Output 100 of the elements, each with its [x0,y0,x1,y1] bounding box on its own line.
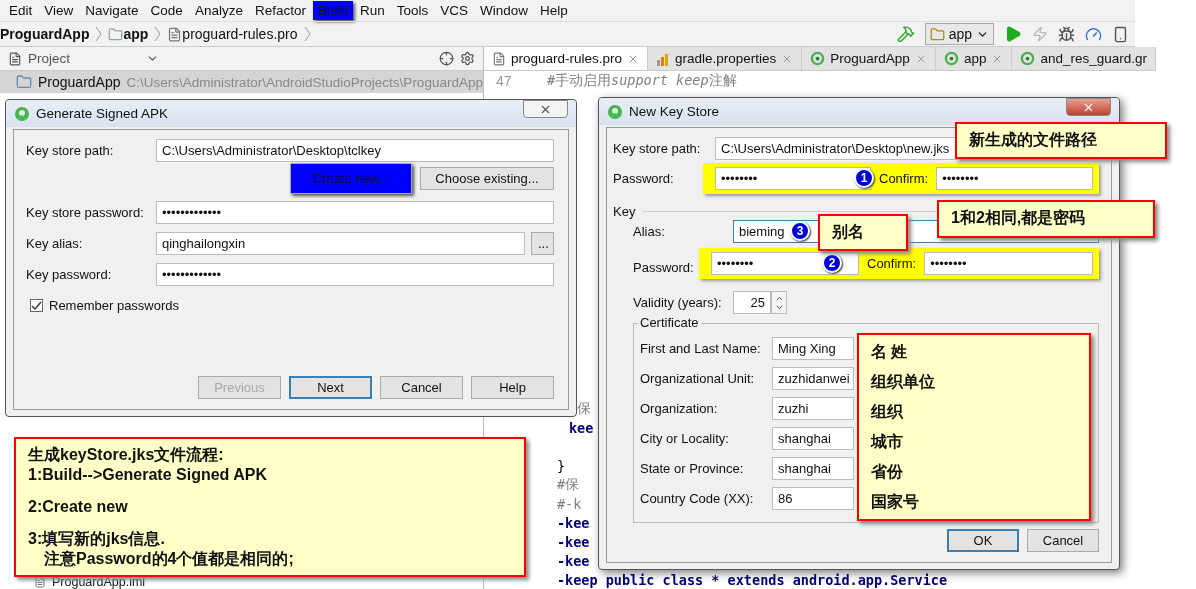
code-line: } [556,457,566,474]
file-icon [491,51,506,66]
hammer-icon[interactable] [896,25,915,43]
field-label: State or Province: [640,461,745,476]
code-line: -kee [556,514,590,531]
input-field[interactable]: zuzhi [772,397,854,420]
code-line: #保 [556,475,580,494]
settings-icon[interactable] [459,51,475,66]
module-icon [810,51,826,66]
browse-button[interactable]: ... [531,232,554,255]
field-label: Validity (years): [633,295,723,310]
project-path: C:\Users\Administrator\AndroidStudioProjects\ProguardApp [126,74,483,90]
code-line: #-k [556,495,582,512]
file-icon [167,26,183,42]
field-label: Key password: [26,267,113,282]
note-text: 省份 [871,462,904,482]
phone-icon[interactable] [1112,25,1129,43]
field-label: Organization: [640,401,719,416]
note-text: 注意Password的4个值都是相同的; [43,549,295,569]
module-icon [1020,51,1036,66]
editor-tab[interactable]: gradle.properties [648,47,803,70]
module-icon [943,51,959,66]
note-text: 国家号 [871,492,920,512]
input-field[interactable]: qinghailongxin [156,232,525,255]
editor-tab[interactable]: and_res_guard.gr [1012,47,1156,70]
password-field[interactable]: •••••••• 1 [715,167,871,190]
bar-chart-icon [656,51,670,66]
folder-icon [16,74,32,90]
note-text: 城市 [871,432,904,452]
input-field[interactable]: shanghai [772,457,854,480]
android-studio-icon [14,105,30,122]
code-line: -kee [556,533,590,550]
editor-tab[interactable]: proguard-rules.pro [483,47,648,70]
field-label: Key store path: [26,143,115,158]
tab-label: and_res_guard.gr [1040,51,1147,66]
password-field[interactable]: ••••••••••••• [156,263,554,286]
folder-icon [108,26,124,42]
tree-item[interactable]: ProguardApp.iml [34,576,146,589]
run-config-dropdown[interactable]: app [924,23,994,45]
menu-item[interactable]: Help [535,1,573,20]
note-text: 1:Build-->Generate Signed APK [28,465,268,485]
menu-item[interactable]: Analyze [189,1,248,20]
editor-tab[interactable]: ProguardApp [802,47,936,70]
code-line: -kee [556,552,590,569]
checkbox[interactable] [30,299,43,312]
field-label: City or Locality: [640,431,730,446]
close-button[interactable] [523,100,568,118]
password-field[interactable]: ••••••••••••• [156,201,554,224]
dialog-button[interactable]: Next [289,376,372,399]
menu-item[interactable]: Code [145,1,188,20]
number-badge: 1 [854,168,874,188]
note-text: 别名 [832,222,865,242]
code-line: -keep public class * extends android.app.Service [556,571,948,588]
tab-label: ProguardApp [830,51,910,66]
dialog-title: Generate Signed APK [36,106,169,121]
gauge-icon[interactable] [1085,25,1102,43]
menu-item[interactable]: Window [475,1,534,20]
spinner-arrows-icon[interactable] [771,291,787,314]
menu-item[interactable]: Refactor [249,1,311,20]
dialog-button[interactable]: Cancel [380,376,463,399]
dialog-button[interactable]: Choose existing... [420,167,554,190]
breadcrumb-item[interactable]: ProguardApp [0,26,96,42]
run-icon[interactable] [1004,25,1022,43]
menu-item[interactable]: Tools [391,1,434,20]
dialog-title: New Key Store [629,104,720,119]
note-text: 3:填写新的jks信息. [28,529,166,549]
number-field[interactable]: 25 [733,291,771,314]
field-label: Confirm: [879,171,929,186]
close-button[interactable] [1066,98,1111,116]
section-label: Key [613,204,636,219]
dialog-button[interactable]: Help [471,376,554,399]
breadcrumb-item[interactable]: proguard-rules.pro [182,26,304,42]
chevron-icon [303,26,311,42]
menu-item[interactable]: Run [354,1,390,20]
input-field[interactable]: Ming Xing [772,337,854,360]
input-field[interactable]: zuzhidanwei [772,367,854,390]
tree-item-label: ProguardApp.iml [52,576,146,589]
dialog-button[interactable]: Cancel [1027,529,1099,552]
input-field[interactable]: C:\Users\Administrator\Desktop\tclkey [156,139,554,162]
menu-item[interactable]: Navigate [80,1,144,20]
panel-title: Project [28,51,71,66]
field-label: Password: [633,260,695,275]
menu-item[interactable]: VCS [435,1,473,20]
target-icon[interactable] [438,51,454,66]
breadcrumb-item[interactable]: app [123,26,155,42]
chevron-icon [95,26,103,42]
menu-item[interactable]: Edit [4,1,38,20]
menu-item[interactable]: View [39,1,79,20]
password-field[interactable]: •••••••• [936,167,1093,190]
bug-icon[interactable] [1058,25,1075,43]
tree-item[interactable]: ProguardApp C:\Users\Administrator\AndroidStudioProjects\ProguardApp [0,71,483,93]
field-label: Country Code (XX): [640,491,755,506]
group-title: Certificate [638,315,701,330]
dialog-button[interactable]: OK [947,529,1019,552]
password-field[interactable]: •••••••• [924,252,1093,275]
input-field[interactable]: shanghai [772,427,854,450]
editor-tab[interactable]: app [935,47,1013,70]
input-field[interactable]: 86 [772,487,854,510]
password-field[interactable]: •••••••• 2 [711,252,859,275]
note-text: 组织 [871,402,904,422]
